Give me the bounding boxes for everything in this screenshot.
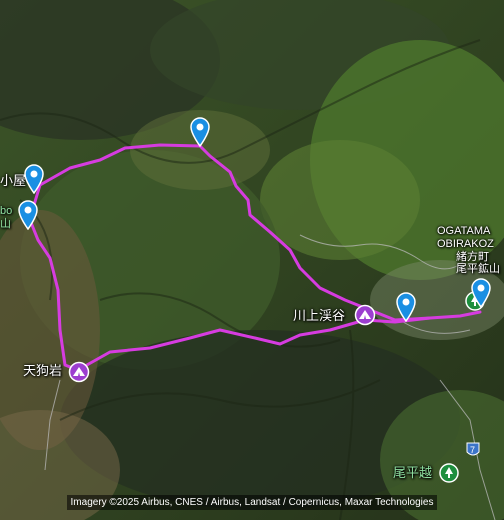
route-number-label: 7 xyxy=(470,445,476,455)
tent-poi-icon[interactable] xyxy=(354,304,376,326)
obira-mine-label: 尾平鉱山 xyxy=(456,263,500,275)
kawakami-gorge-label: 川上渓谷 xyxy=(293,308,346,323)
location-pin-icon[interactable] xyxy=(17,200,39,230)
location-pin-icon[interactable] xyxy=(470,278,492,308)
left-edge-label-1: bo xyxy=(0,205,13,217)
ogata-town-label: 緒方町 xyxy=(456,251,489,263)
location-pin-icon[interactable] xyxy=(395,292,417,322)
park-poi-icon[interactable] xyxy=(438,462,460,484)
left-edge-label-2: 山 xyxy=(0,218,11,230)
tengu-rock-label: 天狗岩 xyxy=(23,363,63,378)
terrain-imagery xyxy=(0,0,504,520)
map-attribution: Imagery ©2025 Airbus, CNES / Airbus, Lan… xyxy=(0,492,504,510)
location-pin-icon[interactable] xyxy=(23,164,45,194)
attribution-text: Imagery ©2025 Airbus, CNES / Airbus, Lan… xyxy=(66,495,438,510)
ogatama-label: OGATAMA xyxy=(437,225,491,237)
tent-poi-icon[interactable] xyxy=(68,361,90,383)
ohiragoe-label: 尾平越 xyxy=(393,465,433,480)
location-pin-icon[interactable] xyxy=(189,117,211,147)
obirakoz-label: OBIRAKOZ xyxy=(437,238,494,250)
satellite-map[interactable]: 小屋 bo 山 OGATAMA OBIRAKOZ 緒方町 尾平鉱山 川上渓谷 天… xyxy=(0,0,504,520)
